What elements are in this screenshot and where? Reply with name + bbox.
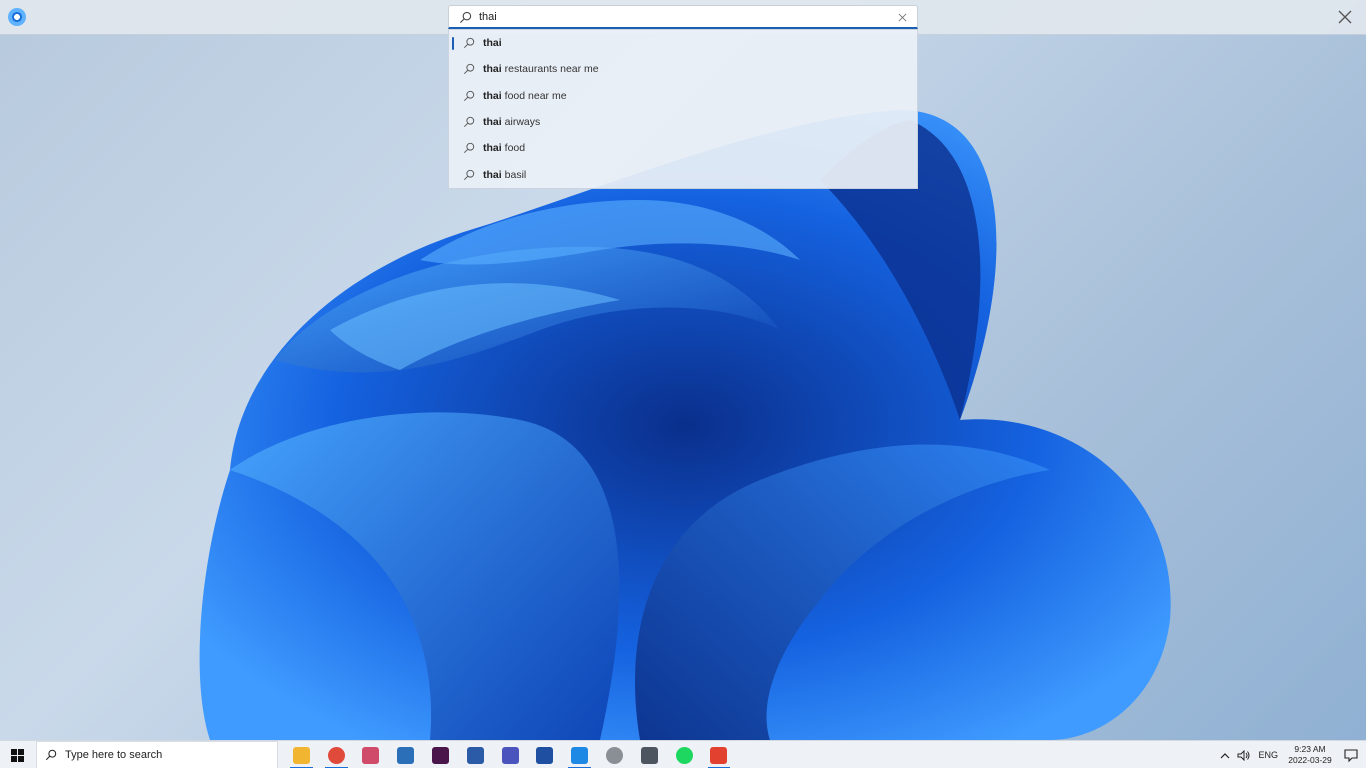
suggestion-bold-text: thai [483,63,502,76]
suggestion-item[interactable]: thai [449,30,917,56]
clear-icon [898,13,906,21]
language-indicator[interactable]: ENG [1252,750,1284,760]
suggestion-bold-text: thai [483,142,502,155]
suggestion-rest-text: food [504,142,526,155]
close-icon [1338,10,1352,24]
clock-time: 9:23 AM [1294,744,1326,754]
search-input[interactable] [479,8,889,26]
clear-search-button[interactable] [895,10,909,24]
chevron-up-icon [1221,752,1230,758]
app-logo-icon[interactable] [8,8,26,26]
taskbar-app-spotify[interactable] [667,741,702,768]
spotify-icon [675,746,693,764]
remote-connection-icon [536,746,554,764]
slack-icon [432,746,450,764]
clock-icon [606,746,624,764]
close-button[interactable] [1334,6,1356,28]
taskbar-app-slack[interactable] [423,741,458,768]
search-icon [463,90,475,101]
taskbar-app-powershell[interactable] [458,741,493,768]
taskbar-app-calculator[interactable] [632,741,667,768]
taskbar-pinned-apps [284,741,736,768]
suggestion-item[interactable]: thai basil [449,161,917,187]
taskbar-app-chrome[interactable] [319,741,354,768]
suggestion-item[interactable]: thai food [449,135,917,161]
powershell-icon [466,746,484,764]
search-icon [459,11,472,24]
suggestion-bold-text: thai [483,168,502,181]
clock-date: 2022-03-29 [1288,755,1332,765]
system-tray: ENG 9:23 AM 2022-03-29 [1216,741,1366,768]
remote-desktop-icon [397,746,415,764]
search-icon [45,749,57,761]
search-icon [463,116,475,128]
taskbar-app-file-explorer[interactable] [284,741,319,768]
file-explorer-icon [292,746,310,764]
taskbar-app-remote-desktop[interactable] [388,741,423,768]
suggestion-item[interactable]: thai restaurants near me [449,56,917,82]
search-icon [463,64,475,75]
taskbar-app-clock[interactable] [597,741,632,768]
suggestion-rest-text: basil [504,168,527,181]
speaker-icon [1237,749,1250,761]
suggestion-item[interactable]: thai food near me [449,83,917,109]
suggestion-item[interactable]: thai airways [449,109,917,135]
suggestion-bold-text: thai [483,37,502,50]
search-icon [463,37,475,49]
taskbar-app-remote-connection[interactable] [528,741,563,768]
suggestion-bold-text: thai [483,89,502,102]
taskbar-app-paint[interactable] [354,741,389,768]
suggestion-bold-text: thai [483,116,502,129]
suggestion-rest-text: food near me [504,89,567,102]
show-hidden-icons-button[interactable] [1216,741,1234,768]
search-icon [463,143,475,154]
notification-center-button[interactable] [1336,741,1366,768]
screen-recorder-icon [710,746,728,764]
taskbar-app-teams[interactable] [493,741,528,768]
taskbar-app-vscode[interactable] [562,741,597,768]
vscode-icon [571,746,589,764]
clock[interactable]: 9:23 AM 2022-03-29 [1284,744,1336,766]
suggestion-rest-text: airways [504,116,541,129]
teams-icon [501,746,519,764]
volume-button[interactable] [1234,741,1252,768]
search-suggestions: thai thai restaurants near me thai food ne… [448,29,918,189]
calculator-icon [640,746,658,764]
taskbar: Type here to search ENG 9:23 AM 2022-03-… [0,740,1366,768]
taskbar-search-box[interactable]: Type here to search [36,741,278,768]
notification-icon [1344,748,1358,762]
start-button[interactable] [0,741,34,768]
windows-icon [10,748,24,762]
search-box[interactable] [448,5,918,29]
taskbar-search-placeholder: Type here to search [65,749,163,761]
search-icon [463,169,475,180]
suggestion-rest-text: restaurants near me [504,63,599,76]
paint-icon [362,746,380,764]
chrome-icon [327,746,345,764]
taskbar-app-screen-recorder[interactable] [702,741,737,768]
